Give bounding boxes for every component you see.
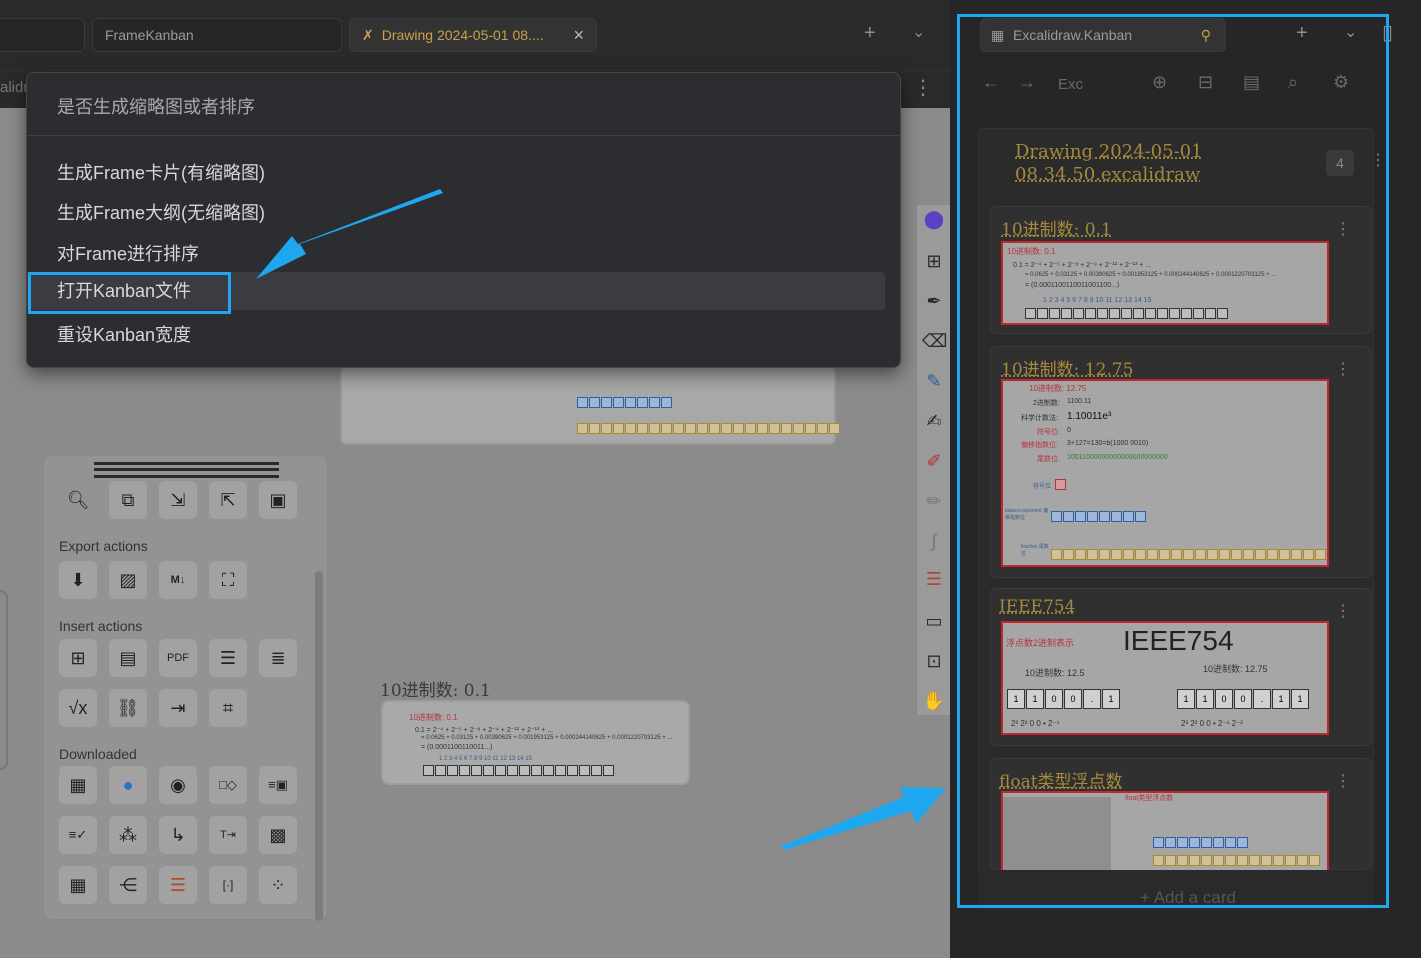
arrow-to-menu-item <box>256 189 443 279</box>
annotation-arrows <box>256 189 946 850</box>
app-window: FrameKanban ✗ Drawing 2024-05-01 08.... ×… <box>0 0 1421 958</box>
arrow-to-kanban-pane <box>781 787 946 850</box>
